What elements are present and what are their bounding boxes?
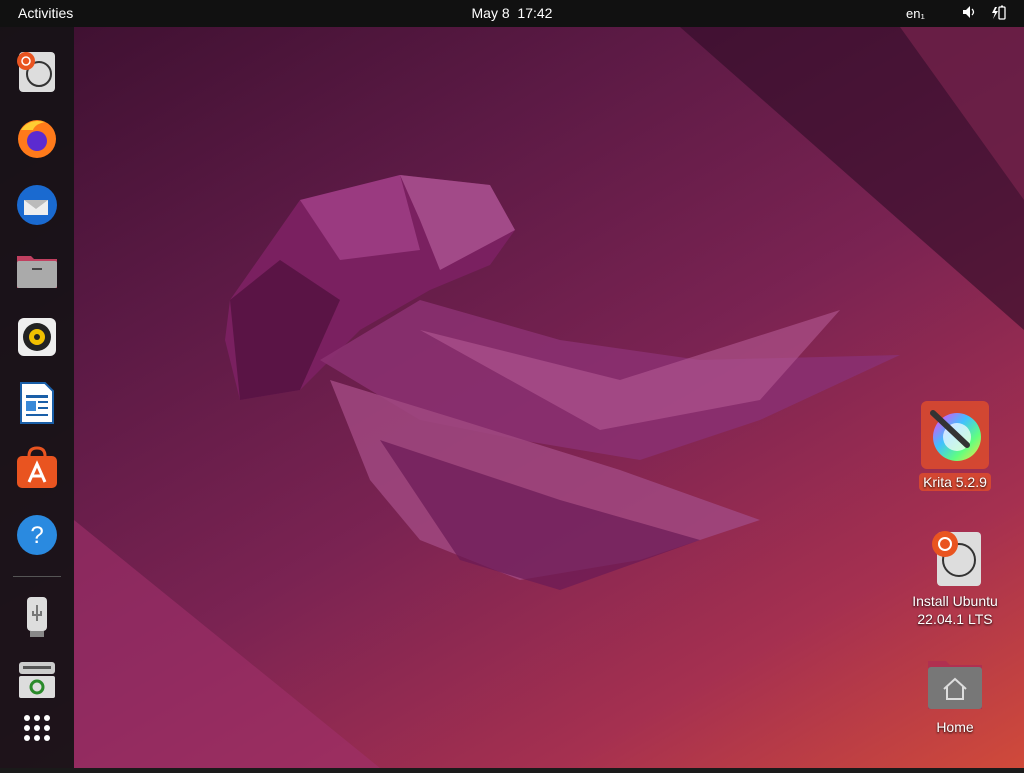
dock-item-thunderbird[interactable] xyxy=(15,183,59,227)
desktop-icon-label: Home xyxy=(936,719,974,735)
dock-item-trash[interactable] xyxy=(15,658,59,702)
desktop-icon-home[interactable]: Home xyxy=(905,655,1005,735)
dock-item-files[interactable] xyxy=(15,248,59,292)
usb-drive-icon xyxy=(27,597,47,637)
software-icon xyxy=(17,446,57,488)
dock-item-firefox[interactable] xyxy=(15,116,59,160)
dock-item-ubuntu-software[interactable] xyxy=(15,446,59,490)
dock-item-rhythmbox[interactable] xyxy=(15,315,59,359)
trash-icon xyxy=(19,662,55,698)
krita-icon xyxy=(921,401,989,469)
activities-button[interactable]: Activities xyxy=(18,5,73,21)
desktop-icon-label: Krita 5.2.9 xyxy=(919,473,991,491)
input-language-indicator[interactable]: en₁ xyxy=(906,6,925,21)
dock-item-usb-drive[interactable] xyxy=(15,595,59,639)
desktop-icon-install-ubuntu[interactable]: Install Ubuntu 22.04.1 LTS xyxy=(905,528,1005,628)
battery-charging-icon[interactable] xyxy=(991,5,1007,24)
dock-item-help[interactable]: ? xyxy=(15,513,59,557)
desktop-icon-label: Install Ubuntu 22.04.1 LTS xyxy=(912,593,998,627)
home-folder-icon xyxy=(925,655,985,715)
files-icon xyxy=(17,256,57,288)
show-applications-button[interactable] xyxy=(15,706,59,750)
ubiquity-installer-icon xyxy=(17,52,55,92)
show-applications-icon xyxy=(24,715,50,741)
dock-item-writer[interactable] xyxy=(15,381,59,425)
speaker-icon[interactable] xyxy=(962,5,976,22)
dock: ? xyxy=(0,27,74,768)
ubiquity-installer-icon xyxy=(925,528,985,588)
desktop-icon-krita[interactable]: Krita 5.2.9 xyxy=(905,401,1005,491)
jellyfish-wallpaper-art xyxy=(74,27,1024,768)
svg-text:?: ? xyxy=(30,522,43,549)
desktop-wallpaper xyxy=(0,0,1024,768)
thunderbird-icon xyxy=(17,185,57,225)
top-bar: Activities May 8 17:42 en₁ xyxy=(0,0,1024,27)
dock-item-install-ubuntu[interactable] xyxy=(15,50,59,94)
firefox-icon xyxy=(18,120,56,158)
rhythmbox-icon xyxy=(18,318,56,356)
dock-separator xyxy=(13,576,61,577)
clock-button[interactable]: May 8 17:42 xyxy=(472,5,553,21)
help-icon: ? xyxy=(17,515,57,555)
writer-icon xyxy=(20,382,54,424)
time: 17:42 xyxy=(517,5,553,21)
date: May 8 xyxy=(471,5,510,21)
